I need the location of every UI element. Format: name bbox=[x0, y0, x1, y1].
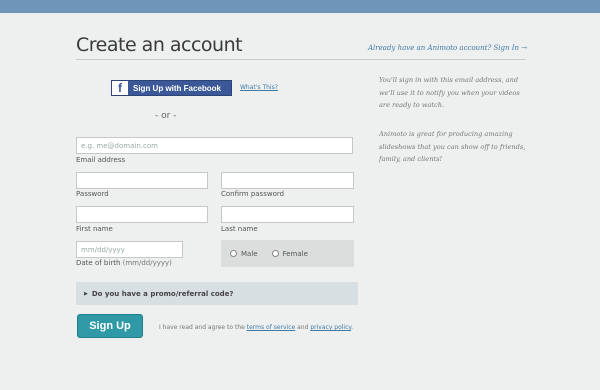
confirm-password-label: Confirm password bbox=[221, 190, 285, 198]
dob-label-hint: (mm/dd/yyyy) bbox=[122, 259, 172, 267]
privacy-policy-link[interactable]: privacy policy bbox=[310, 324, 351, 331]
email-input[interactable]: e.g. me@domain.com bbox=[76, 137, 353, 154]
facebook-signup-button[interactable]: f Sign Up with Facebook bbox=[111, 80, 232, 96]
top-bar bbox=[0, 0, 600, 13]
dob-label-text: Date of birth bbox=[76, 259, 121, 267]
or-divider: - or - bbox=[155, 111, 177, 121]
female-radio[interactable] bbox=[271, 250, 279, 257]
sign-up-button[interactable]: Sign Up bbox=[77, 314, 143, 338]
terms-of-service-link[interactable]: terms of service bbox=[247, 324, 295, 331]
male-radio[interactable] bbox=[230, 250, 237, 257]
sidebar-promo-note: Animoto is great for producing amazing s… bbox=[379, 130, 526, 163]
sign-in-link[interactable]: Already have an Animoto account? Sign In… bbox=[368, 44, 527, 52]
whats-this-link[interactable]: What's This? bbox=[240, 84, 278, 91]
title-divider bbox=[76, 59, 526, 60]
expand-arrow-icon: ▶ bbox=[84, 290, 88, 297]
female-label: Female bbox=[282, 249, 308, 258]
promo-code-text: Do you have a promo/referral code? bbox=[91, 289, 234, 298]
first-name-input[interactable] bbox=[76, 206, 208, 223]
promo-code-toggle[interactable]: ▶ Do you have a promo/referral code? bbox=[76, 282, 358, 305]
dob-input[interactable]: mm/dd/yyyy bbox=[76, 241, 183, 258]
facebook-signup-label: Sign Up with Facebook bbox=[133, 83, 222, 93]
sidebar-email-note: You'll sign in with this email address, … bbox=[379, 76, 520, 109]
dob-label: Date of birth (mm/dd/yyyy) bbox=[76, 259, 172, 267]
terms-agreement: I have read and agree to the terms of se… bbox=[159, 324, 353, 331]
agree-period: . bbox=[351, 324, 353, 331]
confirm-password-input[interactable] bbox=[221, 172, 354, 189]
male-label: Male bbox=[241, 249, 258, 258]
email-label: Email address bbox=[76, 156, 126, 164]
agree-and: and bbox=[297, 324, 309, 331]
page-title: Create an account bbox=[76, 34, 243, 56]
password-label: Password bbox=[76, 190, 109, 198]
first-name-label: First name bbox=[76, 225, 113, 233]
agree-prefix: I have read and agree to the bbox=[159, 324, 245, 331]
last-name-label: Last name bbox=[221, 225, 258, 233]
gender-group: Male Female bbox=[221, 240, 354, 267]
password-input[interactable] bbox=[76, 172, 208, 189]
last-name-input[interactable] bbox=[221, 206, 354, 223]
facebook-icon: f bbox=[112, 81, 128, 95]
